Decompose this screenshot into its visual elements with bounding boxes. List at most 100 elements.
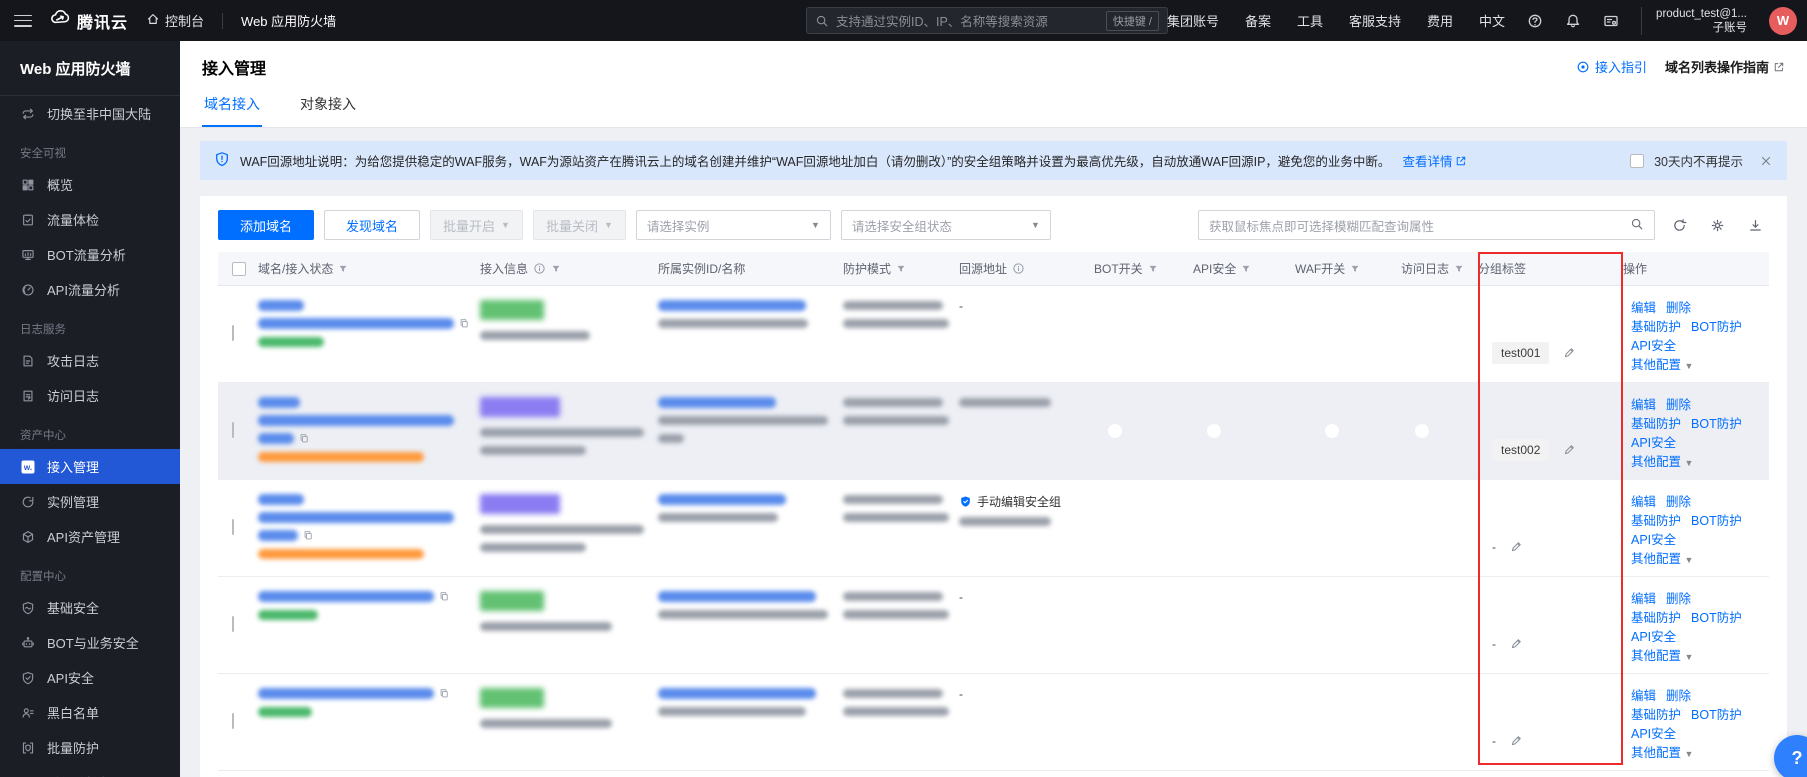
avatar[interactable]: W xyxy=(1769,7,1797,35)
action-BOT防护[interactable]: BOT防护 xyxy=(1691,706,1742,725)
sidebar-item-BOT与业务安全[interactable]: BOT与业务安全 xyxy=(0,625,180,660)
sidebar-item-批量防护[interactable]: 批量防护 xyxy=(0,730,180,765)
sidebar-item-API流量分析[interactable]: API流量分析 xyxy=(0,272,180,307)
action-BOT防护[interactable]: BOT防护 xyxy=(1691,318,1742,337)
copy-icon[interactable] xyxy=(439,688,450,699)
console-settings-icon[interactable] xyxy=(1603,13,1619,29)
action-删除[interactable]: 删除 xyxy=(1666,299,1691,318)
action-其他配置[interactable]: 其他配置 ▼ xyxy=(1631,647,1693,667)
sidebar-item-流量体检[interactable]: 流量体检 xyxy=(0,202,180,237)
console-link[interactable]: 控制台 xyxy=(146,11,204,30)
action-其他配置[interactable]: 其他配置 ▼ xyxy=(1631,744,1693,764)
action-API安全[interactable]: API安全 xyxy=(1631,434,1676,453)
sidebar-item-切换至非中国大陆[interactable]: 切换至非中国大陆 xyxy=(0,96,180,131)
action-编辑[interactable]: 编辑 xyxy=(1631,396,1656,415)
row-checkbox[interactable] xyxy=(232,519,234,535)
filter-icon[interactable] xyxy=(1350,264,1360,274)
edit-tag-pencil-icon[interactable] xyxy=(1563,443,1576,456)
copy-icon[interactable] xyxy=(299,433,310,444)
copy-icon[interactable] xyxy=(303,530,314,541)
navbar-menu-1[interactable]: 备案 xyxy=(1245,11,1271,30)
action-基础防护[interactable]: 基础防护 xyxy=(1631,415,1681,434)
action-删除[interactable]: 删除 xyxy=(1666,396,1691,415)
security-group-status-select[interactable]: 请选择安全组状态▼ xyxy=(841,210,1051,240)
filter-icon[interactable] xyxy=(1241,264,1251,274)
tencent-cloud-logo[interactable]: 腾讯云 xyxy=(50,8,128,33)
action-基础防护[interactable]: 基础防护 xyxy=(1631,512,1681,531)
sidebar-item-访问日志[interactable]: 访问日志 xyxy=(0,378,180,413)
navbar-menu-3[interactable]: 客服支持 xyxy=(1349,11,1401,30)
row-checkbox[interactable] xyxy=(232,325,234,341)
navbar-menu-0[interactable]: 集团账号 xyxy=(1167,11,1219,30)
navbar-menu-5[interactable]: 中文 xyxy=(1479,11,1505,30)
copy-icon[interactable] xyxy=(459,318,470,329)
dismiss-checkbox[interactable] xyxy=(1630,154,1644,168)
action-删除[interactable]: 删除 xyxy=(1666,493,1691,512)
select-all-checkbox[interactable] xyxy=(232,262,246,276)
action-其他配置[interactable]: 其他配置 ▼ xyxy=(1631,356,1693,376)
row-checkbox[interactable] xyxy=(232,713,234,729)
action-基础防护[interactable]: 基础防护 xyxy=(1631,318,1681,337)
action-API安全[interactable]: API安全 xyxy=(1631,337,1676,356)
edit-security-group-link[interactable]: 手动编辑安全组 xyxy=(977,493,1061,510)
action-API安全[interactable]: API安全 xyxy=(1631,628,1676,647)
close-icon[interactable] xyxy=(1759,154,1773,168)
sidebar-item-BOT流量分析[interactable]: BOT流量分析 xyxy=(0,237,180,272)
view-details-link[interactable]: 查看详情 xyxy=(1402,151,1467,170)
global-search-input[interactable]: 支持通过实例ID、IP、名称等搜索资源 快捷键 / xyxy=(806,7,1168,34)
filter-icon[interactable] xyxy=(338,264,348,274)
sidebar-item-API安全[interactable]: API安全 xyxy=(0,660,180,695)
download-icon[interactable] xyxy=(1741,211,1769,239)
refresh-icon[interactable] xyxy=(1665,211,1693,239)
edit-tag-pencil-icon[interactable] xyxy=(1510,540,1523,553)
info-icon[interactable] xyxy=(1012,262,1025,275)
action-其他配置[interactable]: 其他配置 ▼ xyxy=(1631,550,1693,570)
account-info[interactable]: product_test@1... 子账号 xyxy=(1641,7,1747,35)
navbar-menu-4[interactable]: 费用 xyxy=(1427,11,1453,30)
action-基础防护[interactable]: 基础防护 xyxy=(1631,706,1681,725)
sidebar-item-基础安全[interactable]: 基础安全 xyxy=(0,590,180,625)
action-BOT防护[interactable]: BOT防护 xyxy=(1691,415,1742,434)
sidebar-item-黑白名单[interactable]: 黑白名单 xyxy=(0,695,180,730)
action-BOT防护[interactable]: BOT防护 xyxy=(1691,512,1742,531)
action-编辑[interactable]: 编辑 xyxy=(1631,590,1656,609)
sidebar-item-重保防护包[interactable]: 重保防护包 xyxy=(0,765,180,777)
notification-bell-icon[interactable] xyxy=(1565,13,1581,29)
action-其他配置[interactable]: 其他配置 ▼ xyxy=(1631,453,1693,473)
navbar-menu-2[interactable]: 工具 xyxy=(1297,11,1323,30)
action-编辑[interactable]: 编辑 xyxy=(1631,687,1656,706)
filter-icon[interactable] xyxy=(896,264,906,274)
info-icon[interactable] xyxy=(533,262,546,275)
sidebar-item-概览[interactable]: 概览 xyxy=(0,167,180,202)
action-BOT防护[interactable]: BOT防护 xyxy=(1691,609,1742,628)
table-search-input[interactable]: 获取鼠标焦点即可选择模糊匹配查询属性 xyxy=(1198,210,1655,240)
sidebar-item-接入管理[interactable]: w.接入管理 xyxy=(0,449,180,484)
row-checkbox[interactable] xyxy=(232,616,234,632)
tab-域名接入[interactable]: 域名接入 xyxy=(202,86,262,127)
support-icon[interactable] xyxy=(1527,13,1543,29)
action-删除[interactable]: 删除 xyxy=(1666,687,1691,706)
batch-disable-button[interactable]: 批量关闭▼ xyxy=(533,210,626,240)
domain-list-manual-link[interactable]: 域名列表操作指南 xyxy=(1665,57,1785,76)
access-guide-link[interactable]: 接入指引 xyxy=(1576,57,1647,76)
discover-domain-button[interactable]: 发现域名 xyxy=(324,210,420,240)
add-domain-button[interactable]: 添加域名 xyxy=(218,210,314,240)
action-基础防护[interactable]: 基础防护 xyxy=(1631,609,1681,628)
action-API安全[interactable]: API安全 xyxy=(1631,531,1676,550)
batch-enable-button[interactable]: 批量开启▼ xyxy=(430,210,523,240)
filter-icon[interactable] xyxy=(551,264,561,274)
action-编辑[interactable]: 编辑 xyxy=(1631,299,1656,318)
edit-tag-pencil-icon[interactable] xyxy=(1563,346,1576,359)
gear-icon[interactable] xyxy=(1703,211,1731,239)
instance-select[interactable]: 请选择实例▼ xyxy=(636,210,831,240)
action-编辑[interactable]: 编辑 xyxy=(1631,493,1656,512)
action-删除[interactable]: 删除 xyxy=(1666,590,1691,609)
sidebar-item-攻击日志[interactable]: 攻击日志 xyxy=(0,343,180,378)
edit-tag-pencil-icon[interactable] xyxy=(1510,734,1523,747)
hamburger-menu-icon[interactable] xyxy=(14,15,32,27)
filter-icon[interactable] xyxy=(1148,264,1158,274)
sidebar-item-API资产管理[interactable]: API资产管理 xyxy=(0,519,180,554)
action-API安全[interactable]: API安全 xyxy=(1631,725,1676,744)
row-checkbox[interactable] xyxy=(232,422,234,438)
tab-对象接入[interactable]: 对象接入 xyxy=(298,86,358,127)
